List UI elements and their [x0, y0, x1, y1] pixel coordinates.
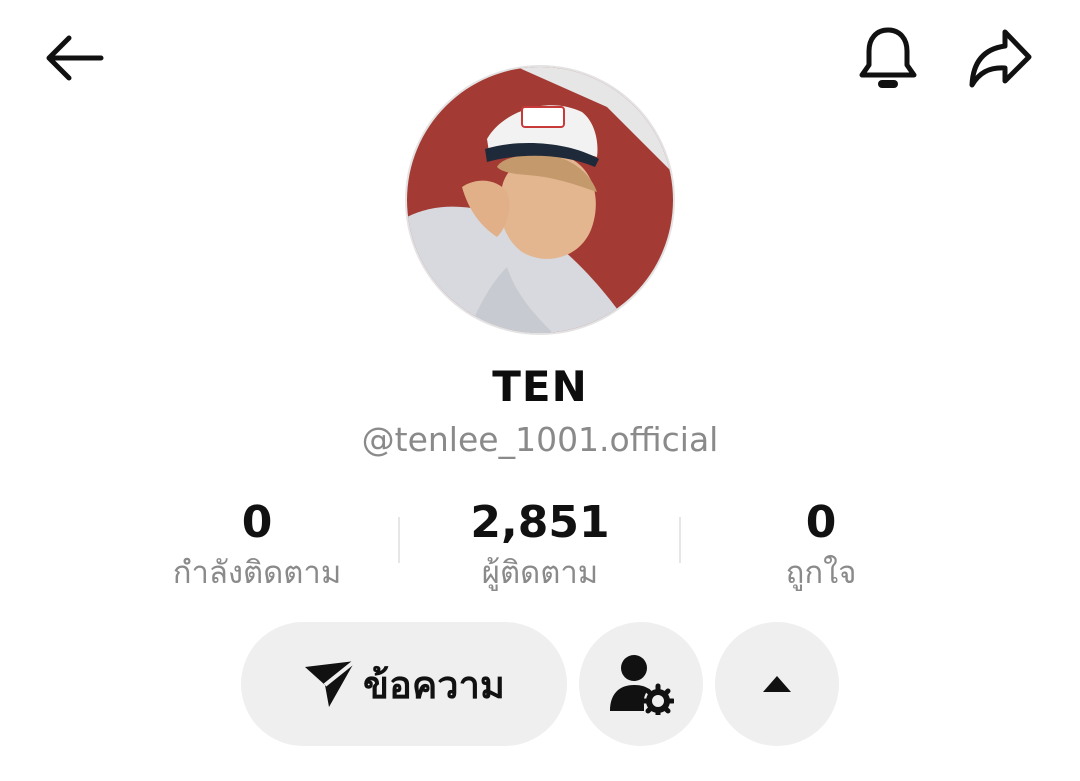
share-icon — [969, 29, 1032, 88]
profile-avatar[interactable] — [405, 65, 675, 335]
profile-stats: 0 กำลังติดตาม 2,851 ผู้ติดตาม 0 ถูกใจ — [0, 495, 1080, 595]
send-icon — [305, 659, 357, 707]
profile-handle: @tenlee_1001.official — [361, 420, 719, 459]
share-button[interactable] — [962, 22, 1038, 94]
followers-count: 2,851 — [470, 497, 610, 548]
likes-count: 0 — [805, 497, 837, 548]
arrow-left-icon — [46, 35, 104, 81]
likes-label: ถูกใจ — [785, 555, 857, 591]
profile-actions: ข้อความ — [0, 622, 1080, 746]
expand-more-button[interactable] — [715, 622, 839, 746]
message-button[interactable]: ข้อความ — [241, 622, 567, 746]
following-label: กำลังติดตาม — [172, 555, 342, 591]
followers-label: ผู้ติดตาม — [481, 555, 599, 591]
notification-bell-button[interactable] — [852, 22, 924, 94]
friend-settings-button[interactable] — [579, 622, 703, 746]
profile-name: TEN — [492, 362, 588, 411]
message-button-label: ข้อความ — [363, 662, 505, 707]
following-count: 0 — [241, 497, 273, 548]
bell-icon — [859, 27, 917, 88]
back-button[interactable] — [38, 26, 110, 90]
profile-photo — [407, 67, 673, 333]
user-gear-icon — [610, 655, 674, 715]
caret-up-icon — [763, 676, 791, 692]
stat-following[interactable]: 0 กำลังติดตาม — [117, 495, 397, 595]
stat-likes[interactable]: 0 ถูกใจ — [681, 495, 961, 595]
stat-followers[interactable]: 2,851 ผู้ติดตาม — [400, 495, 680, 595]
